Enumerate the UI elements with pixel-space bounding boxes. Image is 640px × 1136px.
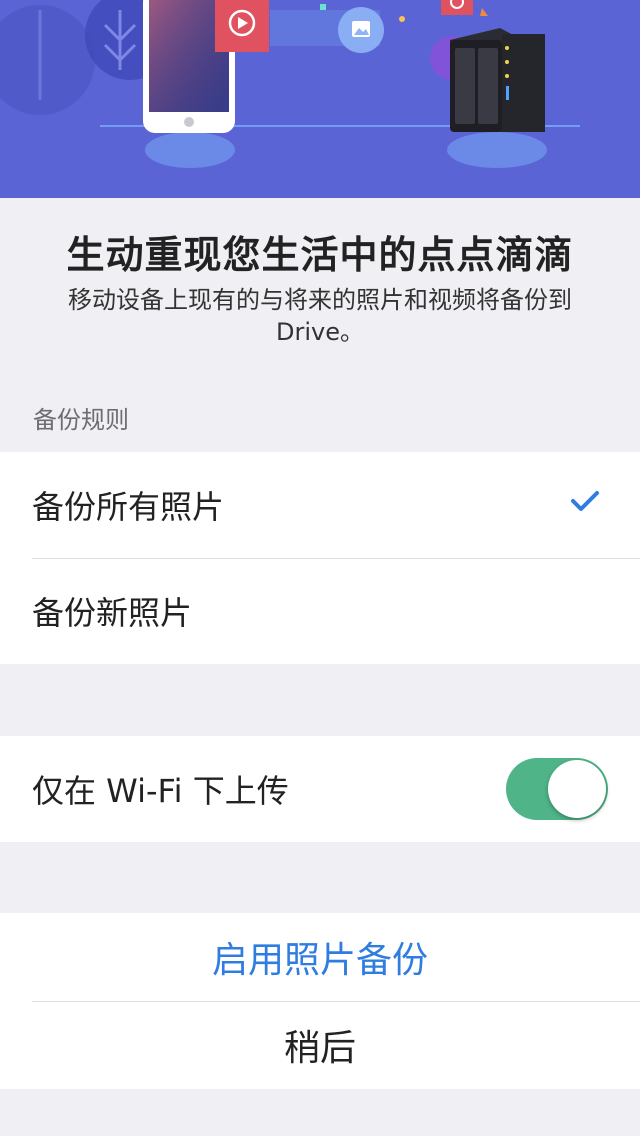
backup-option-all-photos[interactable]: 备份所有照片 [0, 452, 640, 558]
backup-rule-group: 备份所有照片 备份新照片 [0, 452, 640, 664]
toggle-knob [548, 760, 606, 818]
backup-rule-header: 备份规则 [33, 406, 129, 434]
wifi-only-row: 仅在 Wi-Fi 下上传 [0, 736, 640, 842]
backup-option-new-photos[interactable]: 备份新照片 [0, 558, 640, 664]
enable-photo-backup-button[interactable]: 启用照片备份 [0, 913, 640, 1001]
actions-group: 启用照片备份 稍后 [0, 913, 640, 1089]
wifi-only-toggle[interactable] [506, 758, 608, 820]
image-icon [352, 21, 370, 37]
backup-option-label: 备份所有照片 [32, 488, 225, 526]
hero-illustration [0, 0, 640, 198]
intro-section: 生动重现您生活中的点点滴滴 移动设备上现有的与将来的照片和视频将备份到 Driv… [0, 198, 640, 348]
hero-artwork [0, 0, 580, 168]
later-button[interactable]: 稍后 [0, 1001, 640, 1089]
backup-option-label: 备份新照片 [32, 594, 193, 632]
wifi-only-label: 仅在 Wi-Fi 下上传 [32, 772, 289, 810]
checkmark-icon [571, 491, 599, 511]
nas-device-icon [450, 28, 545, 132]
wifi-settings-group: 仅在 Wi-Fi 下上传 [0, 736, 640, 842]
intro-description: 移动设备上现有的与将来的照片和视频将备份到 Drive。 [68, 286, 572, 346]
intro-title: 生动重现您生活中的点点滴滴 [66, 233, 574, 277]
